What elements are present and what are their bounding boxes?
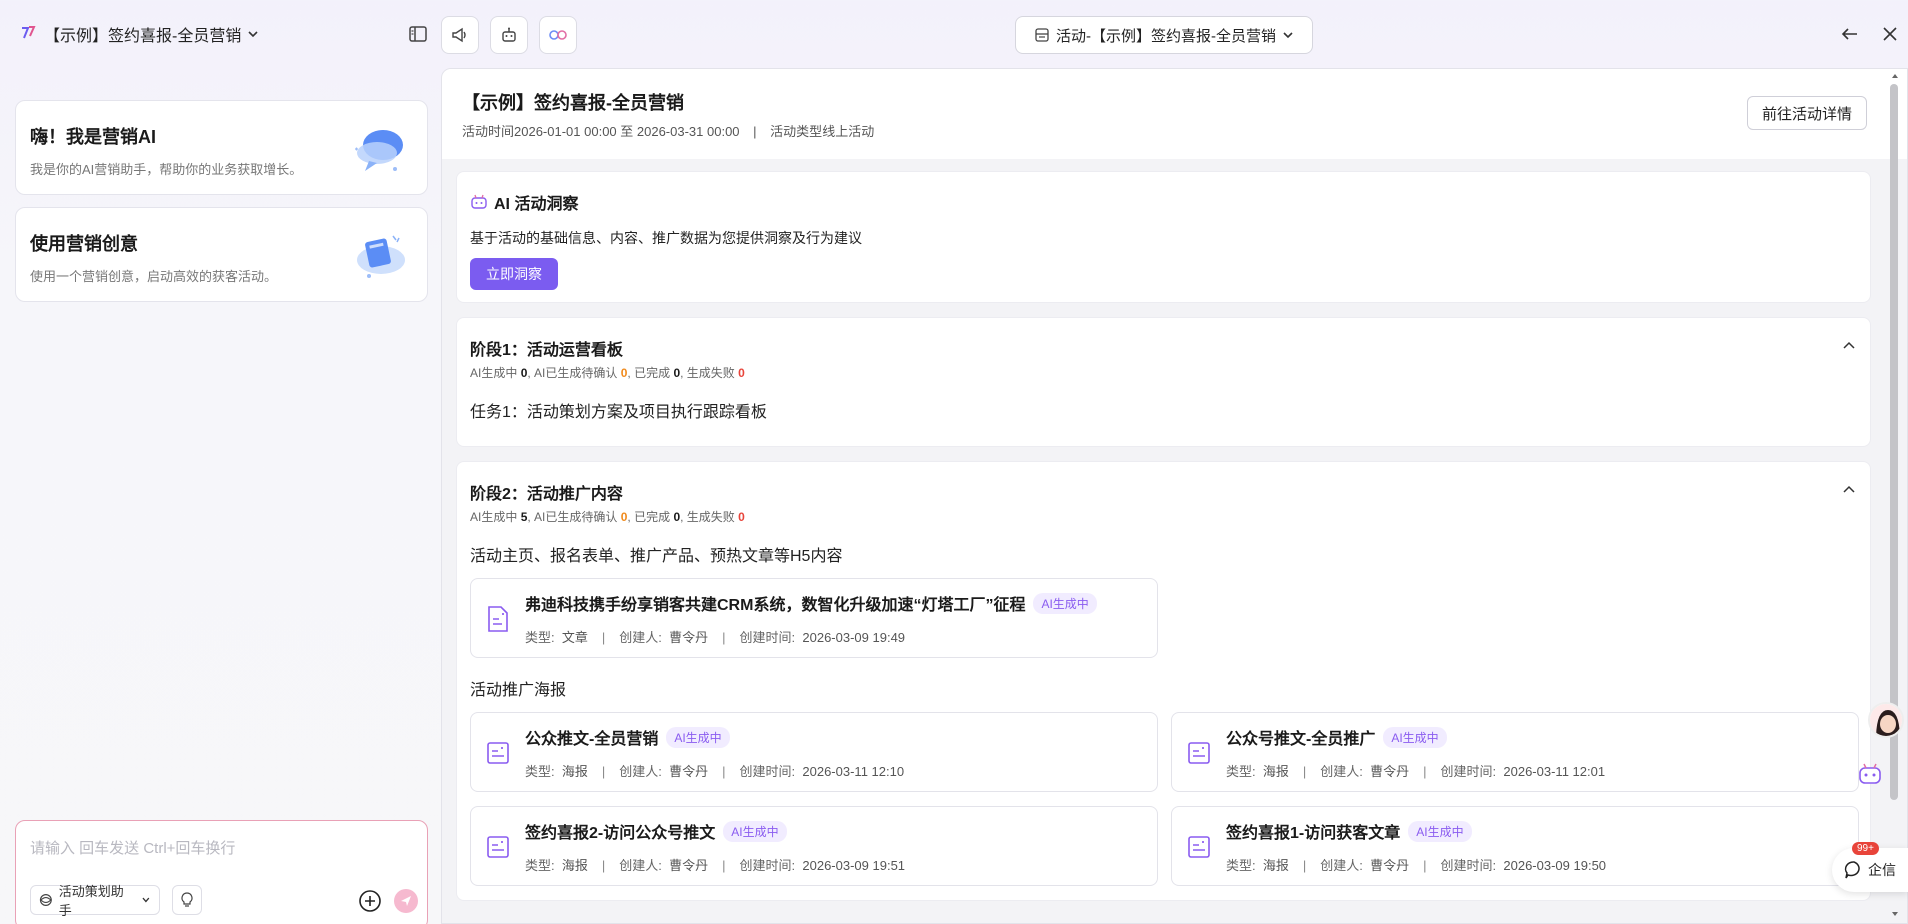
chevron-down-icon	[1283, 32, 1293, 39]
item-title: 签约喜报2-访问公众号推文	[525, 825, 716, 842]
app-title: 【示例】签约喜报-全员营销	[44, 28, 242, 45]
ai-insight-card: AI 活动洞察 基于活动的基础信息、内容、推广数据为您提供洞察及行为建议 立即洞…	[456, 171, 1871, 303]
activity-select-label: 活动-【示例】签约喜报-全员营销	[1056, 27, 1276, 45]
scroll-down-icon[interactable]	[1891, 910, 1899, 918]
chevron-down-icon	[142, 897, 150, 903]
poster-item[interactable]: 签约喜报1-访问获客文章 AI生成中 类型: 海报 | 创建人: 曹令丹 | 创建时间: …	[1171, 806, 1859, 886]
idea-button[interactable]	[172, 885, 202, 915]
item-meta: 类型: 文章 | 创建人: 曹令丹 | 创建时间: 2026-03-09 19:49	[525, 630, 906, 645]
chevron-up-icon[interactable]	[1841, 338, 1857, 354]
poster-item[interactable]: 签约喜报2-访问公众号推文 AI生成中 类型: 海报 | 创建人: 曹令丹 | 创建时间:…	[470, 806, 1158, 886]
time-label: 活动时间	[462, 124, 515, 139]
megaphone-icon	[452, 27, 466, 43]
chat-icon	[1844, 861, 1860, 879]
item-title-row: 公众号推文-全员推广 AI生成中	[1226, 725, 1447, 749]
status-badge: AI生成中	[723, 820, 787, 842]
section-label: 活动主页、报名表单、推广产品、预热文章等H5内容	[470, 548, 843, 565]
status-badge: AI生成中	[1408, 820, 1472, 842]
item-title-row: 签约喜报1-访问获客文章 AI生成中	[1226, 819, 1472, 843]
divider: |	[753, 124, 757, 139]
close-icon[interactable]	[1880, 24, 1900, 44]
status-badge: AI生成中	[666, 726, 730, 748]
item-meta: 类型: 海报 | 创建人: 曹令丹 | 创建时间: 2026-03-09 19:50	[1226, 858, 1607, 873]
section-label: 活动推广海报	[470, 682, 567, 699]
start-insight-button[interactable]: 立即洞察	[470, 258, 558, 290]
item-title: 公众推文-全员营销	[525, 731, 659, 748]
item-title-row: 弗迪科技携手纷享销客共建CRM系统，数智化升级加速“灯塔工厂”征程 AI生成中	[525, 591, 1097, 615]
idea-book-icon	[357, 235, 405, 278]
stage-title: 阶段1：活动运营看板	[470, 342, 623, 359]
qixin-label: 企信	[1868, 862, 1896, 878]
chevron-up-icon[interactable]	[1841, 482, 1857, 498]
main-panel: 【示例】签约喜报-全员营销 活动时间2026-01-01 00:00 至 202…	[441, 68, 1908, 924]
app-title-dropdown[interactable]: 【示例】签约喜报-全员营销	[44, 22, 259, 46]
assistant-label: 活动策划助手	[58, 884, 124, 918]
loop-button[interactable]	[539, 16, 577, 54]
insight-desc: 基于活动的基础信息、内容、推广数据为您提供洞察及行为建议	[470, 230, 862, 246]
robot-button[interactable]	[490, 16, 528, 54]
chevron-down-icon	[248, 31, 258, 38]
send-icon	[401, 896, 411, 906]
item-title-row: 签约喜报2-访问公众号推文 AI生成中	[525, 819, 787, 843]
robot-icon	[471, 194, 487, 209]
top-bar: 【示例】签约喜报-全员营销 活动-【示例】签约喜报-全员营销	[0, 0, 1908, 68]
poster-icon	[487, 836, 509, 858]
type-value: 线上活动	[822, 124, 875, 139]
announce-button[interactable]	[441, 16, 479, 54]
stage-stats: AI生成中 0, AI已生成待确认 0, 已完成 0, 生成失败 0	[470, 366, 745, 380]
stage-2-card: 阶段2：活动推广内容 AI生成中 5, AI已生成待确认 0, 已完成 0, 生…	[456, 461, 1871, 901]
stage-1-card: 阶段1：活动运营看板 AI生成中 0, AI已生成待确认 0, 已完成 0, 生…	[456, 317, 1871, 447]
assistant-select[interactable]: 活动策划助手	[30, 884, 160, 918]
chat-bubble-icon	[355, 130, 403, 171]
stage-title: 阶段2：活动推广内容	[470, 486, 623, 503]
item-meta: 类型: 海报 | 创建人: 曹令丹 | 创建时间: 2026-03-11 12:01	[1226, 764, 1606, 779]
activity-meta: 活动时间2026-01-01 00:00 至 2026-03-31 00:00 …	[462, 121, 874, 140]
scroll-up-icon[interactable]	[1891, 72, 1899, 80]
send-button[interactable]	[394, 889, 418, 913]
ai-bot-icon[interactable]	[1850, 760, 1890, 790]
poster-item[interactable]: 公众推文-全员营销 AI生成中 类型: 海报 | 创建人: 曹令丹 | 创建时间: 202…	[470, 712, 1158, 792]
item-title: 弗迪科技携手纷享销客共建CRM系统，数智化升级加速“灯塔工厂”征程	[525, 597, 1026, 614]
document-ai-icon	[488, 606, 508, 632]
scrollbar-thumb[interactable]	[1890, 84, 1898, 800]
insight-title: AI 活动洞察	[494, 196, 579, 213]
app-logo-icon	[22, 26, 36, 39]
sidebar-toggle-icon[interactable]	[408, 24, 428, 44]
status-badge: AI生成中	[1033, 592, 1097, 614]
item-meta: 类型: 海报 | 创建人: 曹令丹 | 创建时间: 2026-03-09 19:51	[525, 858, 906, 873]
go-activity-detail-button[interactable]: 前往活动详情	[1747, 96, 1867, 130]
poster-icon	[487, 742, 509, 764]
chat-input-box[interactable]: 请输入 回车发送 Ctrl+回车换行 活动策划助手	[15, 820, 428, 924]
activity-select[interactable]: 活动-【示例】签约喜报-全员营销	[1015, 16, 1313, 54]
robot-icon	[502, 27, 516, 42]
poster-icon	[1188, 836, 1210, 858]
qixin-button[interactable]: 99+ 企信	[1832, 842, 1908, 892]
time-value: 2026-01-01 00:00 至 2026-03-31 00:00	[514, 124, 740, 139]
infinity-icon	[549, 30, 567, 40]
assistant-avatar[interactable]	[1868, 702, 1904, 738]
back-arrow-icon[interactable]	[1840, 24, 1860, 44]
poster-icon	[1188, 742, 1210, 764]
notification-badge: 99+	[1852, 842, 1879, 855]
marketing-idea-card[interactable]: 使用营销创意 使用一个营销创意，启动高效的获客活动。	[15, 207, 428, 302]
insight-title-row: AI 活动洞察	[470, 190, 578, 214]
stage-stats: AI生成中 5, AI已生成待确认 0, 已完成 0, 生成失败 0	[470, 510, 745, 524]
item-meta: 类型: 海报 | 创建人: 曹令丹 | 创建时间: 2026-03-11 12:10	[525, 764, 905, 779]
assistant-icon	[39, 894, 52, 906]
marketing-ai-card[interactable]: 嗨！我是营销AI 我是你的AI营销助手，帮助你的业务获取增长。	[15, 100, 428, 195]
chat-input[interactable]: 请输入 回车发送 Ctrl+回车换行	[30, 837, 235, 858]
content-item[interactable]: 弗迪科技携手纷享销客共建CRM系统，数智化升级加速“灯塔工厂”征程 AI生成中 类…	[470, 578, 1158, 658]
type-label: 活动类型	[770, 124, 823, 139]
lightbulb-icon	[181, 892, 193, 907]
poster-item[interactable]: 公众号推文-全员推广 AI生成中 类型: 海报 | 创建人: 曹令丹 | 创建时间: 20…	[1171, 712, 1859, 792]
status-badge: AI生成中	[1383, 726, 1447, 748]
activity-icon	[1035, 28, 1049, 42]
page-title: 【示例】签约喜报-全员营销	[462, 93, 684, 113]
item-title: 签约喜报1-访问获客文章	[1226, 825, 1401, 842]
item-title-row: 公众推文-全员营销 AI生成中	[525, 725, 730, 749]
add-circle-icon[interactable]	[358, 889, 382, 913]
item-title: 公众号推文-全员推广	[1226, 731, 1376, 748]
task-item[interactable]: 任务1：活动策划方案及项目执行跟踪看板	[470, 398, 767, 422]
activity-header: 【示例】签约喜报-全员营销 活动时间2026-01-01 00:00 至 202…	[442, 69, 1907, 159]
